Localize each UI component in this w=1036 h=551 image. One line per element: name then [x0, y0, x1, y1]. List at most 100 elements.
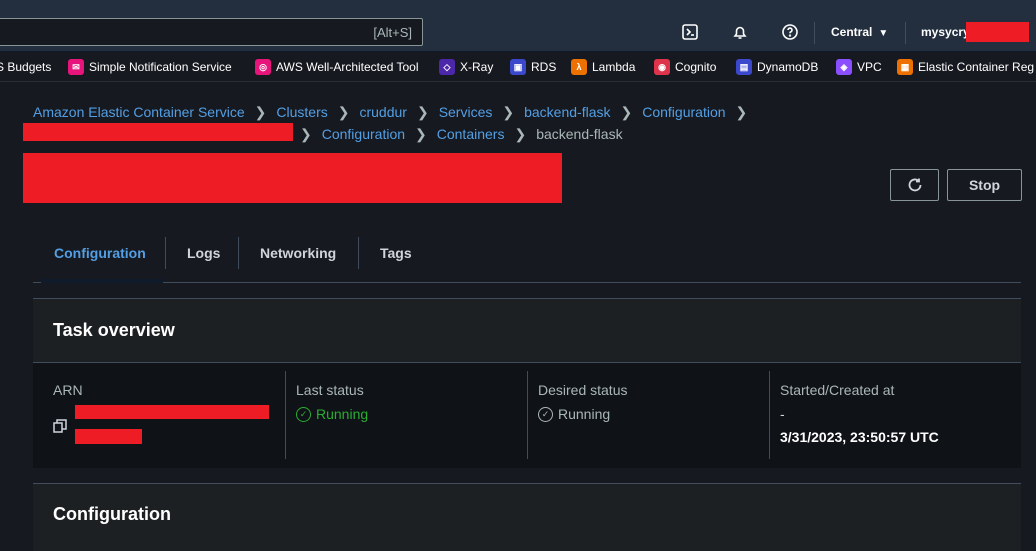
xray-icon: ◇ — [439, 59, 455, 75]
breadcrumb-containers[interactable]: Containers — [437, 126, 505, 142]
favorite-label: RDS — [531, 60, 557, 74]
lambda-icon: λ — [571, 59, 587, 75]
favorite-xray[interactable]: ◇ X-Ray — [439, 58, 493, 76]
breadcrumb-clusters[interactable]: Clusters — [276, 104, 327, 120]
favorite-well-architected[interactable]: ◎ AWS Well-Architected Tool — [255, 58, 419, 76]
nav-divider — [814, 22, 815, 44]
breadcrumb-ecs[interactable]: Amazon Elastic Container Service — [33, 104, 245, 120]
chevron-right-icon: ❯ — [300, 126, 312, 142]
search-input[interactable]: [Alt+S] — [0, 18, 423, 46]
arn-value-redacted — [75, 405, 269, 419]
breadcrumb-current: backend-flask — [536, 126, 623, 142]
favorite-label: DynamoDB — [757, 60, 819, 74]
breadcrumb-cluster[interactable]: cruddur — [359, 104, 406, 120]
arn-label: ARN — [53, 382, 83, 398]
favorites-bar: S Budgets ✉ Simple Notification Service … — [0, 52, 1036, 82]
started-value: 3/31/2023, 23:50:57 UTC — [780, 429, 939, 445]
favorite-lambda[interactable]: λ Lambda — [571, 58, 635, 76]
chevron-right-icon: ❯ — [620, 104, 633, 120]
well-architected-icon: ◎ — [255, 59, 271, 75]
stop-button[interactable]: Stop — [947, 169, 1022, 201]
search-shortcut-hint: [Alt+S] — [373, 25, 412, 40]
favorite-label: Elastic Container Reg — [918, 60, 1035, 74]
dynamodb-icon: ▤ — [736, 59, 752, 75]
favorite-label: VPC — [857, 60, 882, 74]
chevron-right-icon: ❯ — [337, 104, 350, 120]
favorite-label: AWS Well-Architected Tool — [276, 60, 419, 74]
arn-value-redacted — [75, 429, 142, 444]
chevron-right-icon: ❯ — [735, 104, 748, 120]
favorite-budgets[interactable]: S Budgets — [0, 58, 51, 76]
favorite-cognito[interactable]: ◉ Cognito — [654, 58, 716, 76]
favorite-label: S Budgets — [0, 60, 52, 74]
last-status-label: Last status — [296, 382, 364, 398]
redaction-block — [23, 123, 293, 141]
chevron-right-icon: ❯ — [502, 104, 515, 120]
tab-active-indicator — [41, 279, 163, 283]
chevron-right-icon: ❯ — [416, 104, 429, 120]
started-column: Started/Created at - 3/31/2023, 23:50:57… — [770, 363, 1021, 459]
bell-icon[interactable] — [730, 22, 750, 42]
tab-configuration[interactable]: Configuration — [54, 233, 146, 273]
configuration-panel: Configuration — [33, 483, 1021, 551]
tab-divider — [238, 237, 239, 269]
tab-tags[interactable]: Tags — [380, 233, 412, 273]
tab-bar: Configuration Logs Networking Tags — [33, 233, 1021, 283]
breadcrumb-services[interactable]: Services — [439, 104, 493, 120]
page-title-redacted — [23, 153, 562, 203]
tab-logs[interactable]: Logs — [187, 233, 220, 273]
task-overview-title: Task overview — [53, 320, 175, 340]
favorite-dynamodb[interactable]: ▤ DynamoDB — [736, 58, 818, 76]
task-overview-body: ARN Last status ✓ Running Desired status … — [33, 362, 1021, 468]
breadcrumb-row-2: ❯ Configuration ❯ Containers ❯ backend-flask — [300, 126, 623, 143]
chevron-right-icon: ❯ — [514, 126, 527, 142]
tab-divider — [358, 237, 359, 269]
favorite-rds[interactable]: ▣ RDS — [510, 58, 556, 76]
last-status-column: Last status ✓ Running — [286, 363, 527, 459]
last-status-text: Running — [316, 406, 369, 422]
started-label: Started/Created at — [780, 382, 895, 398]
desired-status-value: ✓ Running — [538, 406, 610, 422]
refresh-button[interactable] — [890, 169, 939, 201]
account-label: mysycry — [921, 25, 970, 39]
task-overview-header: Task overview — [33, 298, 1021, 362]
help-icon[interactable] — [780, 22, 800, 42]
nav-divider — [905, 22, 906, 44]
last-status-value: ✓ Running — [296, 406, 368, 422]
top-navigation-bar: [Alt+S] Central ▼ mysycry — [0, 0, 1036, 52]
refresh-icon — [908, 178, 921, 192]
region-label: Central — [831, 25, 873, 39]
chevron-right-icon: ❯ — [415, 126, 427, 142]
breadcrumb-configuration[interactable]: Configuration — [642, 104, 725, 120]
region-selector[interactable]: Central ▼ — [831, 25, 888, 39]
sns-icon: ✉ — [68, 59, 84, 75]
tab-divider — [165, 237, 166, 269]
desired-status-column: Desired status ✓ Running — [528, 363, 769, 459]
favorite-sns[interactable]: ✉ Simple Notification Service — [68, 58, 232, 76]
desired-status-text: Running — [558, 406, 611, 422]
breadcrumb-service[interactable]: backend-flask — [524, 104, 610, 120]
breadcrumb: Amazon Elastic Container Service ❯ Cluster… — [33, 104, 757, 121]
cognito-icon: ◉ — [654, 59, 670, 75]
chevron-down-icon: ▼ — [878, 28, 889, 39]
copy-icon[interactable] — [53, 419, 67, 433]
ecr-icon: ▦ — [897, 59, 913, 75]
favorite-label: X-Ray — [460, 60, 494, 74]
favorite-vpc[interactable]: ◈ VPC — [836, 58, 882, 76]
check-circle-icon: ✓ — [296, 406, 311, 422]
tab-networking[interactable]: Networking — [260, 233, 336, 273]
check-circle-icon: ✓ — [538, 406, 553, 422]
favorite-label: Simple Notification Service — [89, 60, 232, 74]
configuration-title: Configuration — [53, 504, 171, 524]
arn-column: ARN — [33, 363, 285, 459]
account-menu[interactable]: mysycry — [921, 25, 970, 39]
favorite-label: Lambda — [592, 60, 636, 74]
favorite-ecr[interactable]: ▦ Elastic Container Reg — [897, 58, 1034, 76]
redaction-block — [966, 22, 1029, 42]
cloudshell-icon[interactable] — [680, 22, 700, 42]
desired-status-label: Desired status — [538, 382, 628, 398]
favorite-label: Cognito — [675, 60, 717, 74]
rds-icon: ▣ — [510, 59, 526, 75]
breadcrumb-task-configuration[interactable]: Configuration — [322, 126, 405, 142]
vpc-icon: ◈ — [836, 59, 852, 75]
